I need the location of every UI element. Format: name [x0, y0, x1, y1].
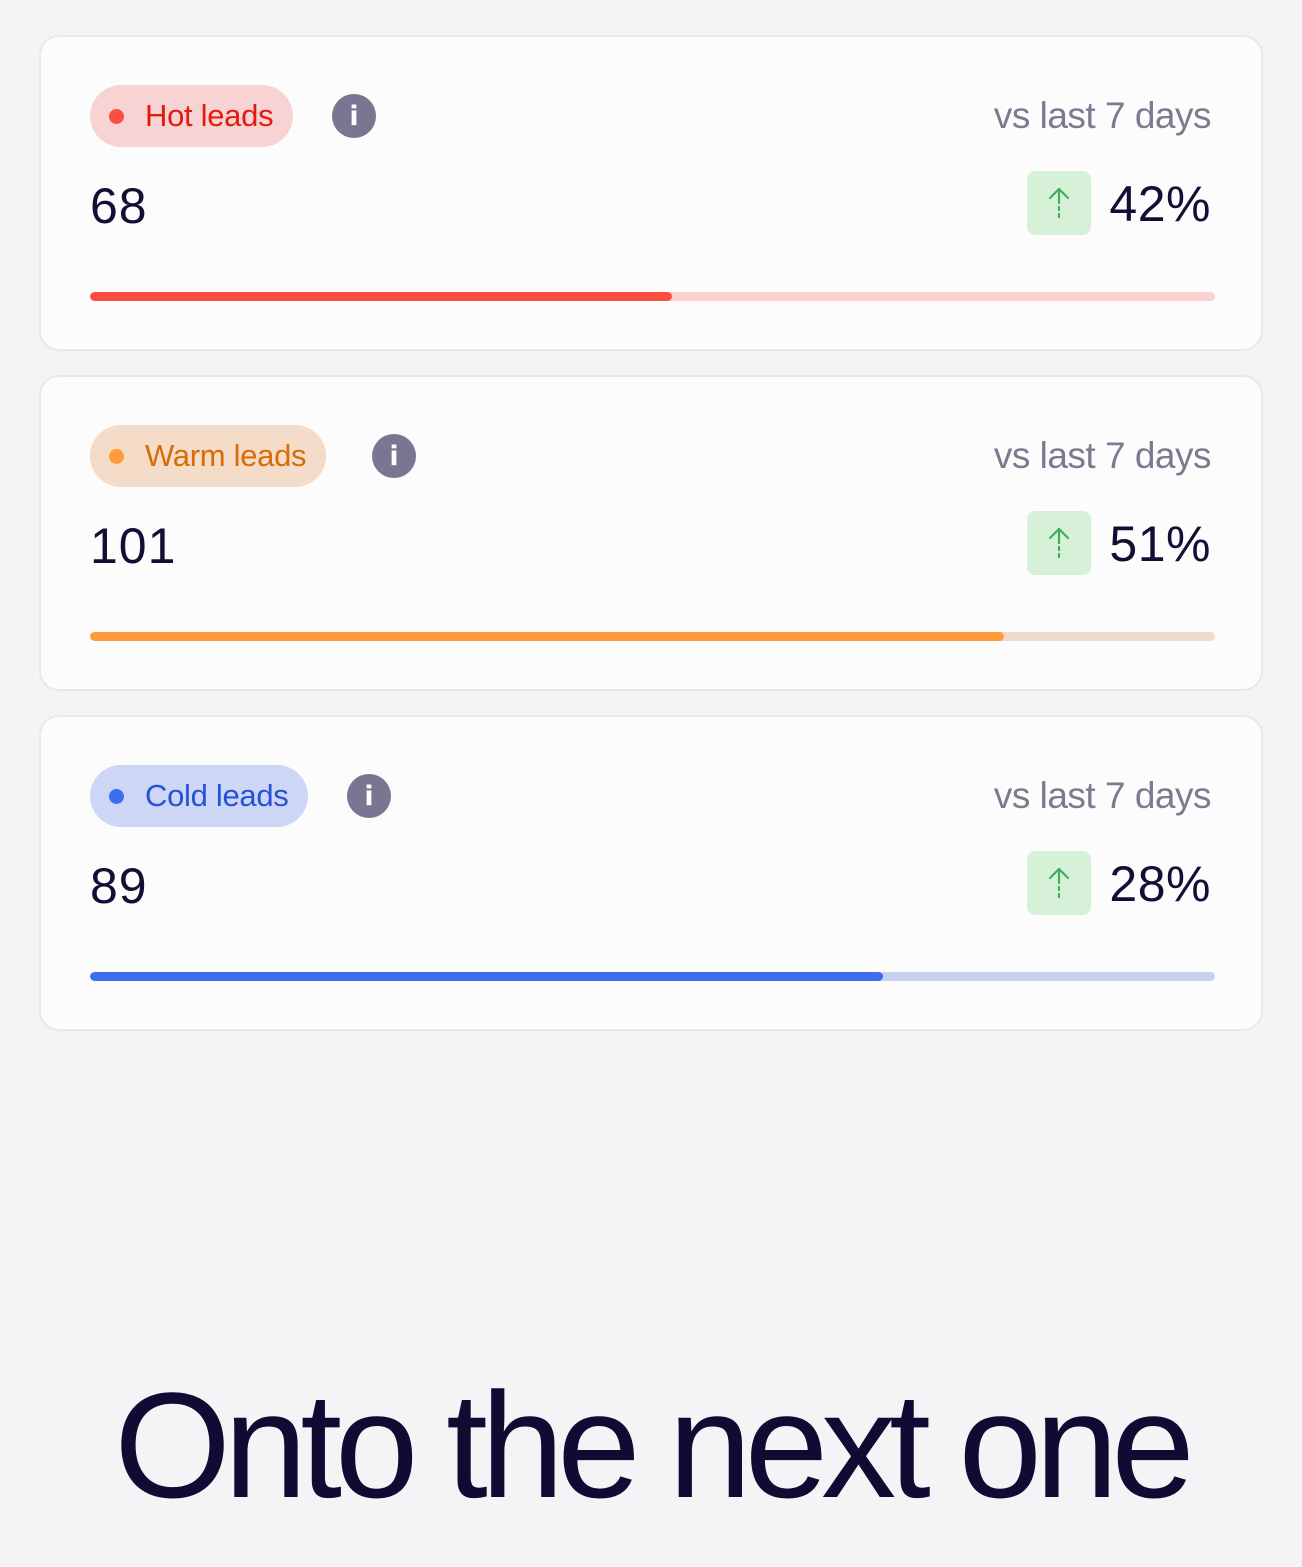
info-icon[interactable]: i — [332, 94, 376, 138]
info-icon[interactable]: i — [347, 774, 391, 818]
comparison-period: vs last 7 days — [993, 95, 1212, 136]
hot-leads-badge: Hot leads — [90, 85, 294, 147]
progress-track — [90, 632, 1215, 641]
info-icon[interactable]: i — [372, 434, 416, 478]
warm-dot-icon — [109, 448, 124, 464]
lead-count: 68 — [90, 178, 148, 234]
cold-leads-label: Cold leads — [145, 778, 289, 813]
cold-leads-badge: Cold leads — [90, 765, 309, 827]
hot-leads-card: Hot leads i vs last 7 days 68 42% — [39, 35, 1263, 351]
change-percentage: 51% — [1109, 516, 1211, 572]
headline: Onto the next one — [114, 1361, 1195, 1529]
warm-leads-badge: Warm leads — [90, 425, 327, 487]
trend-up-badge — [1027, 511, 1091, 575]
warm-leads-label: Warm leads — [145, 438, 307, 473]
change-percentage: 42% — [1109, 176, 1211, 232]
progress-fill — [90, 292, 672, 301]
hot-dot-icon — [109, 108, 124, 124]
trend-up-badge — [1027, 171, 1091, 235]
lead-count: 101 — [90, 518, 177, 574]
lead-cards: Hot leads i vs last 7 days 68 42% Warm l… — [39, 35, 1263, 1055]
progress-track — [90, 972, 1215, 981]
comparison-period: vs last 7 days — [993, 775, 1212, 816]
up-arrow-icon — [1048, 527, 1070, 559]
lead-count: 89 — [90, 858, 148, 914]
up-arrow-icon — [1048, 867, 1070, 899]
progress-fill — [90, 632, 1004, 641]
trend-up-badge — [1027, 851, 1091, 915]
comparison-period: vs last 7 days — [993, 435, 1212, 476]
up-arrow-icon — [1048, 187, 1070, 219]
warm-leads-card: Warm leads i vs last 7 days 101 51% — [39, 375, 1263, 691]
cold-leads-card: Cold leads i vs last 7 days 89 28% — [39, 715, 1263, 1031]
hot-leads-label: Hot leads — [145, 98, 274, 133]
progress-fill — [90, 972, 884, 981]
progress-track — [90, 292, 1215, 301]
change-percentage: 28% — [1109, 856, 1211, 912]
cold-dot-icon — [109, 788, 124, 804]
